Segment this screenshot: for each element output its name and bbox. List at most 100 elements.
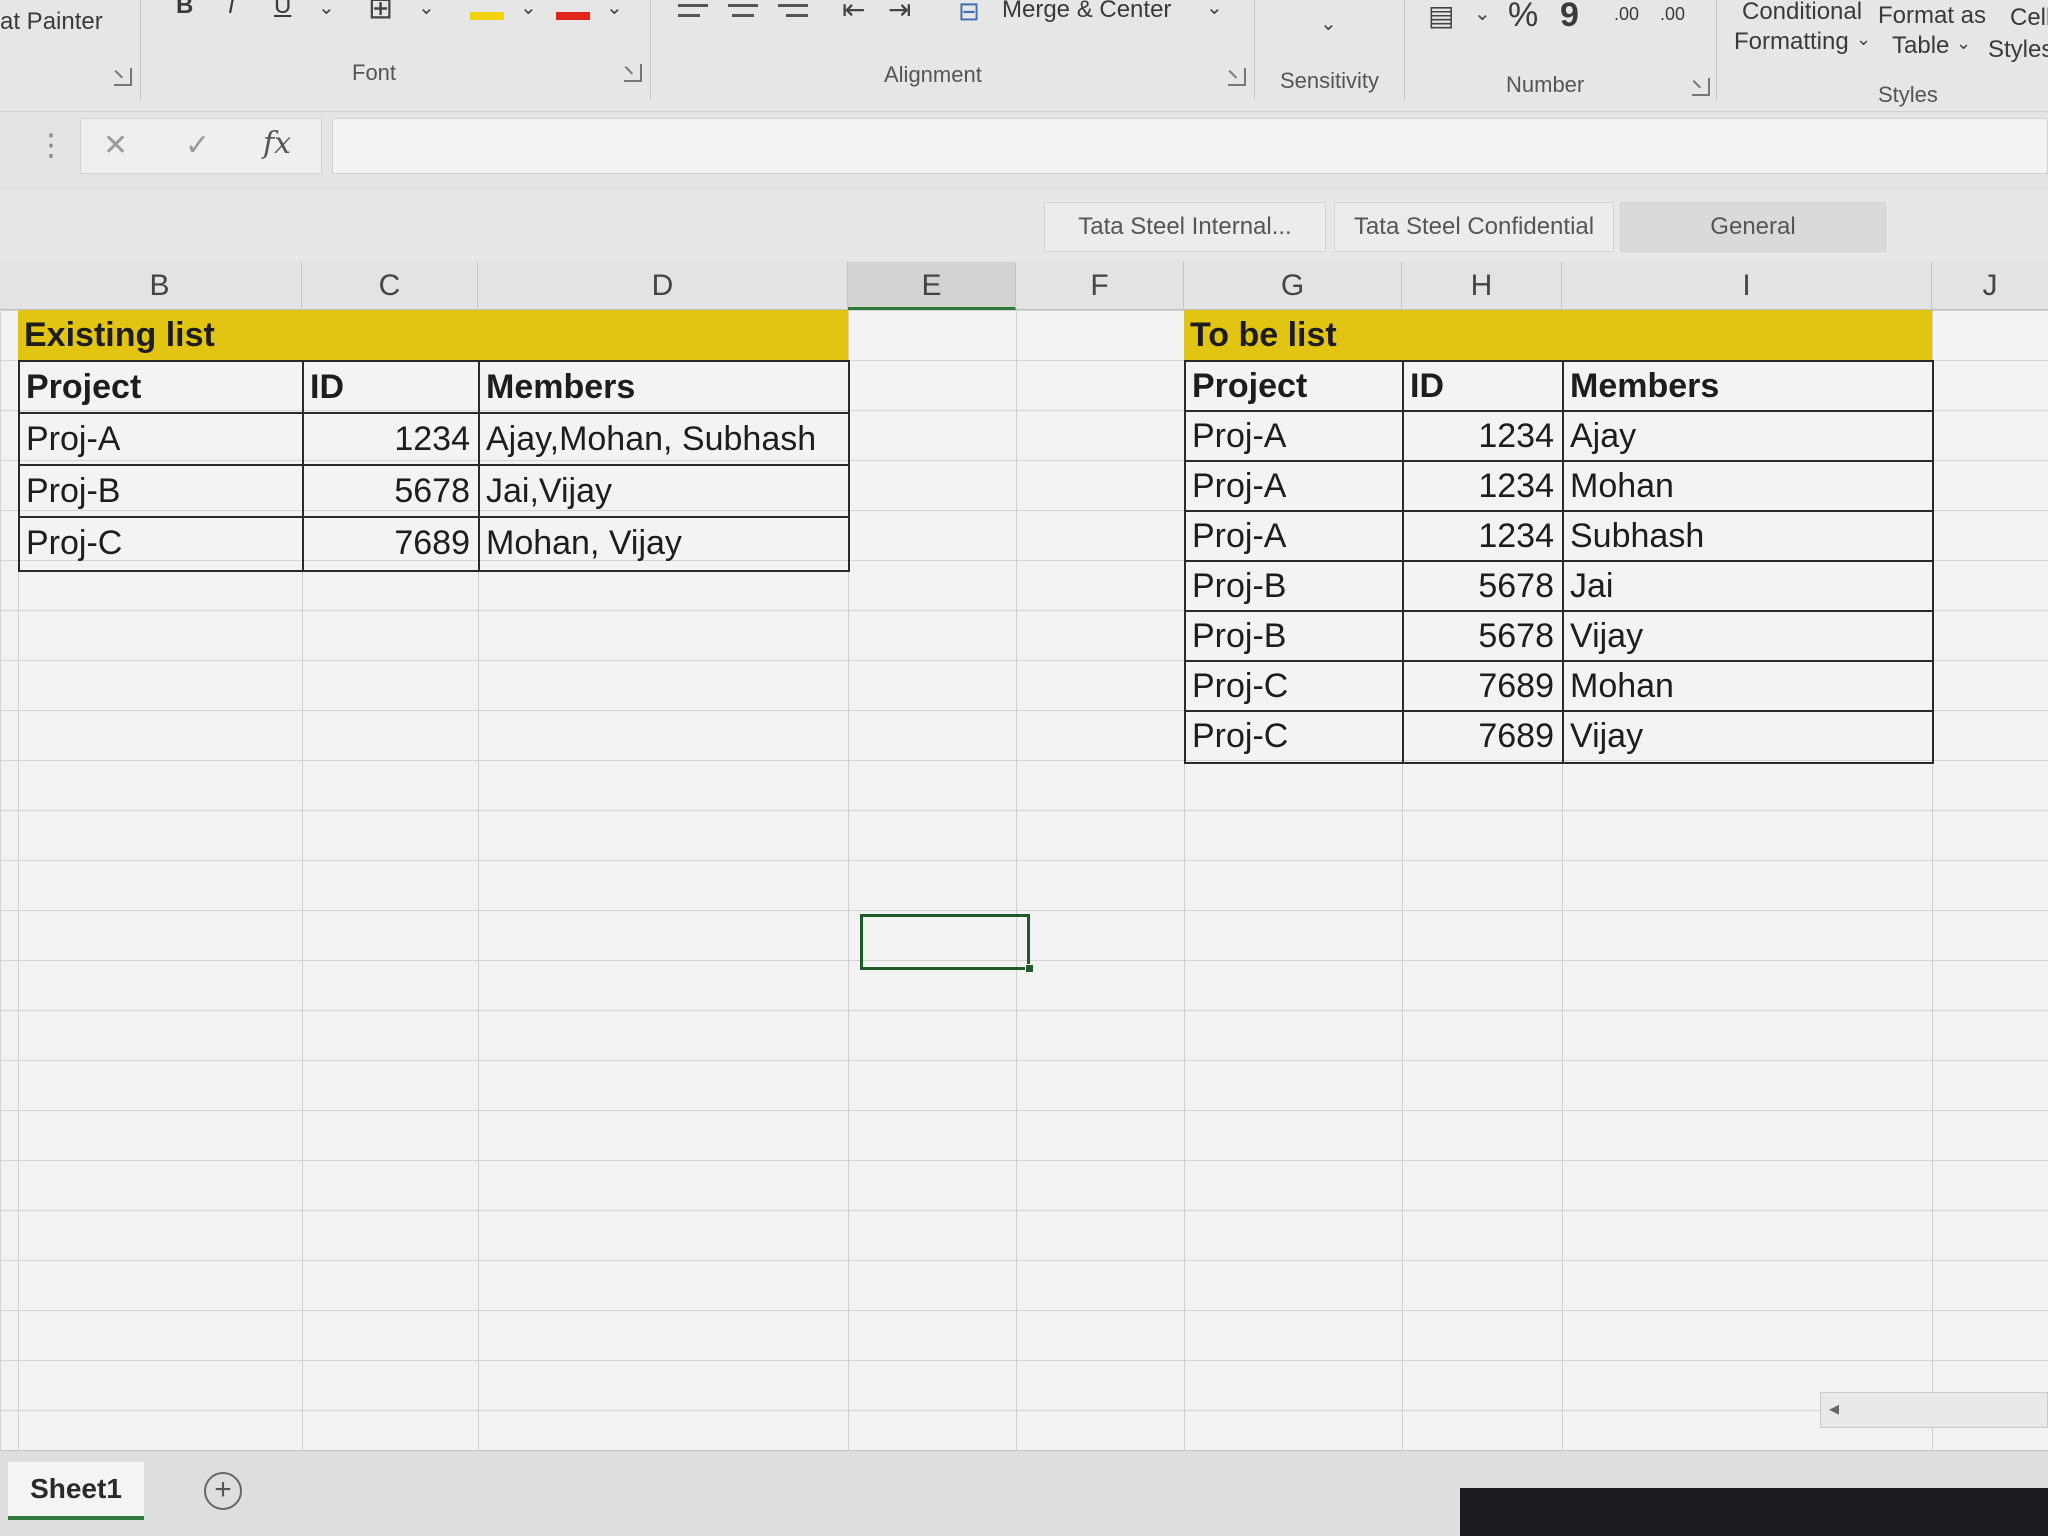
to-be-cell-project[interactable]: Proj-B: [1186, 611, 1400, 661]
chevron-down-icon[interactable]: ⌄: [418, 0, 435, 18]
percent-style-button[interactable]: %: [1508, 0, 1538, 35]
to-be-header-members[interactable]: Members: [1564, 361, 1930, 411]
to-be-cell-project[interactable]: Proj-C: [1186, 711, 1400, 761]
to-be-cell-id[interactable]: 5678: [1404, 611, 1560, 661]
fill-handle[interactable]: [1025, 964, 1034, 973]
to-be-header-project[interactable]: Project: [1186, 361, 1400, 411]
to-be-cell-project[interactable]: Proj-A: [1186, 461, 1400, 511]
active-cell-selection[interactable]: [860, 914, 1030, 970]
decrease-indent-icon[interactable]: ⇤: [842, 0, 865, 24]
to-be-cell-project[interactable]: Proj-B: [1186, 561, 1400, 611]
chevron-down-icon[interactable]: ⌄: [1320, 14, 1337, 34]
existing-cell-members[interactable]: Jai,Vijay: [480, 466, 846, 516]
add-sheet-icon[interactable]: +: [204, 1472, 242, 1510]
format-as-table-button-line2[interactable]: Table: [1892, 32, 1949, 60]
to-be-cell-members[interactable]: Subhash: [1564, 511, 1930, 561]
column-header-h[interactable]: H: [1402, 262, 1562, 310]
existing-header-project[interactable]: Project: [20, 362, 300, 412]
to-be-list-title[interactable]: To be list: [1184, 310, 1337, 360]
chevron-down-icon[interactable]: ⌄: [520, 0, 537, 18]
column-header-f[interactable]: F: [1016, 262, 1184, 310]
to-be-cell-members[interactable]: Jai: [1564, 561, 1930, 611]
ribbon-separator: [1254, 0, 1255, 100]
italic-button[interactable]: I: [228, 0, 235, 20]
comma-style-button[interactable]: 9: [1560, 0, 1579, 35]
existing-cell-id[interactable]: 7689: [304, 518, 476, 568]
increase-decimal-button[interactable]: .00: [1614, 4, 1639, 25]
to-be-cell-id[interactable]: 1234: [1404, 461, 1560, 511]
bold-button[interactable]: B: [176, 0, 193, 20]
format-painter-button[interactable]: at Painter: [0, 8, 103, 36]
existing-cell-members[interactable]: Mohan, Vijay: [480, 518, 846, 568]
sensitivity-label-confidential[interactable]: Tata Steel Confidential: [1334, 202, 1614, 252]
more-options-icon[interactable]: ⋮: [36, 128, 66, 168]
existing-cell-members[interactable]: Ajay,Mohan, Subhash: [480, 414, 846, 464]
sensitivity-label-general[interactable]: General: [1620, 202, 1886, 252]
column-header-d[interactable]: D: [478, 262, 848, 310]
increase-indent-icon[interactable]: ⇥: [888, 0, 911, 24]
to-be-cell-id[interactable]: 7689: [1404, 661, 1560, 711]
font-launcher-icon[interactable]: [624, 64, 642, 82]
merge-center-button[interactable]: Merge & Center: [1002, 0, 1171, 24]
cell-styles-button[interactable]: Cell: [2010, 4, 2048, 32]
to-be-cell-members[interactable]: Mohan: [1564, 461, 1930, 511]
to-be-cell-members[interactable]: Vijay: [1564, 711, 1930, 761]
sensitivity-label-internal[interactable]: Tata Steel Internal...: [1044, 202, 1326, 252]
chevron-down-icon[interactable]: ⌄: [1474, 4, 1491, 24]
chevron-down-icon[interactable]: ⌄: [606, 0, 623, 18]
horizontal-scrollbar[interactable]: ◂: [1820, 1392, 2048, 1428]
existing-list-title[interactable]: Existing list: [18, 310, 215, 360]
existing-header-id[interactable]: ID: [304, 362, 476, 412]
font-color-icon[interactable]: [556, 12, 590, 20]
chevron-down-icon[interactable]: ⌄: [1206, 0, 1223, 18]
chevron-down-icon[interactable]: ⌄: [1956, 34, 1971, 52]
column-header-g[interactable]: G: [1184, 262, 1402, 310]
to-be-cell-members[interactable]: Mohan: [1564, 661, 1930, 711]
column-header-b[interactable]: B: [18, 262, 302, 310]
underline-button[interactable]: U: [274, 0, 291, 20]
format-as-table-button[interactable]: Format as: [1878, 2, 1986, 30]
existing-cell-project[interactable]: Proj-B: [20, 466, 300, 516]
to-be-cell-id[interactable]: 5678: [1404, 561, 1560, 611]
to-be-cell-project[interactable]: Proj-A: [1186, 411, 1400, 461]
to-be-cell-project[interactable]: Proj-A: [1186, 511, 1400, 561]
accounting-format-icon[interactable]: ▤: [1428, 2, 1454, 30]
merge-center-icon[interactable]: ⊟: [958, 0, 980, 24]
existing-header-members[interactable]: Members: [480, 362, 846, 412]
existing-cell-id[interactable]: 1234: [304, 414, 476, 464]
to-be-cell-members[interactable]: Vijay: [1564, 611, 1930, 661]
fill-color-icon[interactable]: [470, 12, 504, 20]
chevron-down-icon[interactable]: ⌄: [318, 0, 335, 18]
column-header-i[interactable]: I: [1562, 262, 1932, 310]
align-right-icon[interactable]: [778, 4, 808, 7]
column-header-j[interactable]: J: [1932, 262, 2048, 310]
number-launcher-icon[interactable]: [1692, 78, 1710, 96]
to-be-cell-id[interactable]: 1234: [1404, 411, 1560, 461]
to-be-cell-id[interactable]: 1234: [1404, 511, 1560, 561]
to-be-header-id[interactable]: ID: [1404, 361, 1560, 411]
decrease-decimal-button[interactable]: .00: [1660, 4, 1685, 25]
column-header-e[interactable]: E: [848, 262, 1016, 310]
scroll-left-icon[interactable]: ◂: [1829, 1399, 1839, 1419]
column-header-c[interactable]: C: [302, 262, 478, 310]
conditional-formatting-button[interactable]: Conditional: [1742, 0, 1862, 26]
existing-cell-project[interactable]: Proj-C: [20, 518, 300, 568]
conditional-formatting-button-line2[interactable]: Formatting: [1734, 28, 1849, 56]
existing-cell-id[interactable]: 5678: [304, 466, 476, 516]
insert-function-icon[interactable]: fx: [263, 129, 291, 159]
cell-styles-button-line2[interactable]: Styles: [1988, 36, 2048, 64]
chevron-down-icon[interactable]: ⌄: [1856, 30, 1871, 48]
existing-cell-project[interactable]: Proj-A: [20, 414, 300, 464]
clipboard-launcher-icon[interactable]: [114, 68, 132, 86]
to-be-cell-id[interactable]: 7689: [1404, 711, 1560, 761]
align-center-icon[interactable]: [728, 4, 758, 7]
sheet-tab-sheet1[interactable]: Sheet1: [8, 1462, 144, 1520]
align-left-icon[interactable]: [678, 4, 708, 7]
formula-input[interactable]: [332, 118, 2048, 174]
to-be-cell-project[interactable]: Proj-C: [1186, 661, 1400, 711]
cancel-icon[interactable]: ✕: [103, 131, 128, 161]
to-be-cell-members[interactable]: Ajay: [1564, 411, 1930, 461]
alignment-launcher-icon[interactable]: [1228, 68, 1246, 86]
borders-icon[interactable]: ⊞: [368, 0, 393, 24]
enter-icon[interactable]: ✓: [185, 131, 210, 161]
